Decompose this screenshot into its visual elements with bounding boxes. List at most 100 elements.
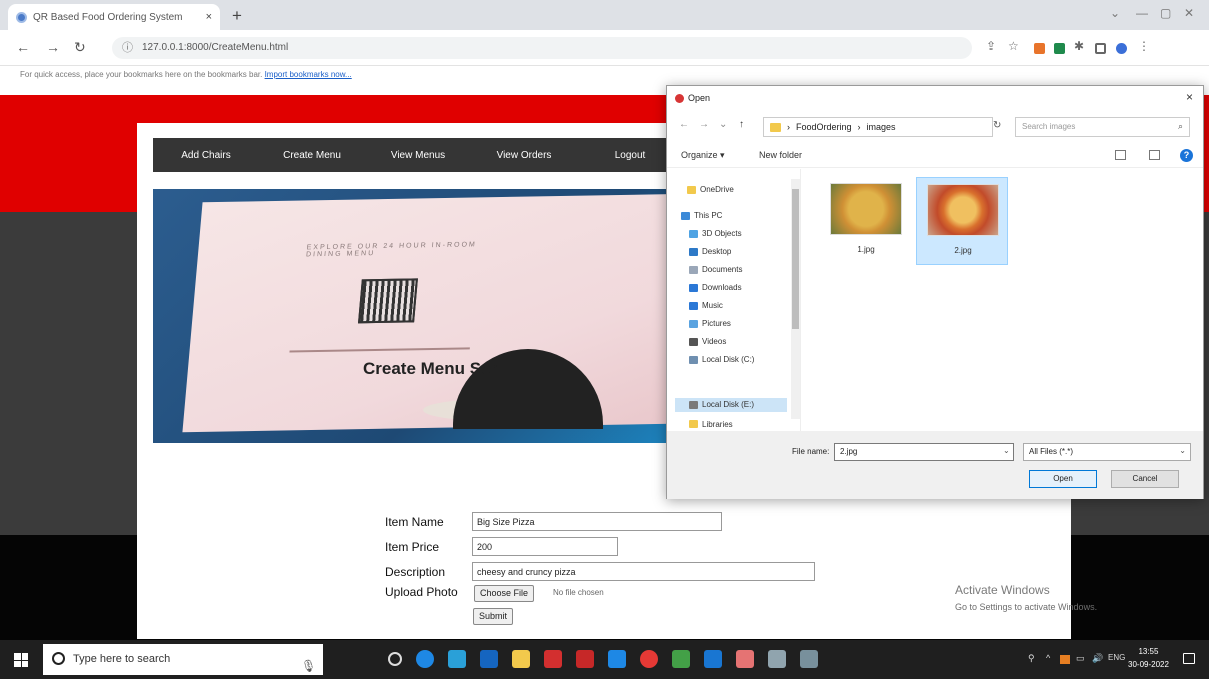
dialog-up-icon[interactable]: ↑ bbox=[739, 119, 744, 130]
nav-videos[interactable]: Videos bbox=[689, 337, 726, 346]
dialog-search-input[interactable]: Search images ⌕ bbox=[1015, 117, 1190, 137]
path-segment[interactable]: FoodOrdering bbox=[796, 122, 852, 132]
nav-onedrive[interactable]: OneDrive bbox=[687, 185, 734, 194]
app-icon[interactable] bbox=[672, 650, 690, 668]
side-panel-icon[interactable] bbox=[1095, 43, 1106, 54]
show-hidden-icons[interactable]: ^ bbox=[1046, 653, 1050, 663]
dialog-address-bar[interactable]: › FoodOrdering › images bbox=[763, 117, 993, 137]
taskbar-search-input[interactable]: Type here to search 🎙 bbox=[43, 644, 323, 675]
nav-this-pc[interactable]: This PC bbox=[681, 211, 722, 220]
file-name: 1.jpg bbox=[857, 245, 875, 254]
app-icon[interactable] bbox=[736, 650, 754, 668]
language-indicator[interactable]: ENG bbox=[1108, 653, 1125, 662]
app-icon[interactable] bbox=[576, 650, 594, 668]
choose-file-button[interactable]: Choose File bbox=[474, 585, 535, 602]
new-tab-button[interactable]: + bbox=[232, 6, 242, 26]
extensions-puzzle-icon[interactable]: ✱ bbox=[1074, 39, 1084, 53]
item-name-input[interactable] bbox=[472, 512, 722, 531]
file-item[interactable]: 1.jpg bbox=[820, 177, 912, 265]
notifications-icon[interactable] bbox=[1183, 653, 1195, 664]
maximize-button[interactable]: ▢ bbox=[1160, 6, 1171, 20]
clock-time: 13:55 bbox=[1138, 647, 1159, 656]
browser-tab[interactable]: QR Based Food Ordering System × bbox=[8, 4, 220, 30]
store-icon[interactable] bbox=[448, 650, 466, 668]
metamask-extension-icon[interactable] bbox=[1034, 43, 1045, 54]
forward-arrow-icon[interactable]: → bbox=[46, 39, 60, 55]
windows-start-icon[interactable] bbox=[14, 653, 28, 667]
chrome-icon[interactable] bbox=[640, 650, 658, 668]
nav-music[interactable]: Music bbox=[689, 301, 723, 310]
file-item-selected[interactable]: 2.jpg bbox=[916, 177, 1008, 265]
edge-icon[interactable] bbox=[416, 650, 434, 668]
new-folder-button[interactable]: New folder bbox=[759, 150, 802, 160]
change-view-icon[interactable] bbox=[1115, 150, 1126, 160]
file-name-input[interactable]: 2.jpg bbox=[834, 443, 1014, 461]
word-icon[interactable] bbox=[704, 650, 722, 668]
organize-button[interactable]: Organize ▾ bbox=[681, 150, 725, 161]
help-icon[interactable]: ? bbox=[1180, 149, 1193, 162]
menu-kebab-icon[interactable]: ⋮ bbox=[1138, 39, 1150, 53]
tab-search-icon[interactable]: ⌄ bbox=[1110, 6, 1120, 20]
form-title: Create Menu Scr bbox=[363, 359, 498, 378]
preview-pane-icon[interactable] bbox=[1149, 150, 1160, 160]
office-icon[interactable] bbox=[544, 650, 562, 668]
tab-close-button[interactable]: × bbox=[206, 11, 212, 23]
system-clock[interactable]: 13:55 30-09-2022 bbox=[1128, 645, 1169, 671]
hero-caption: EXPLORE OUR 24 HOUR IN-ROOM DINING MENU bbox=[305, 241, 478, 259]
open-button[interactable]: Open bbox=[1029, 470, 1097, 488]
address-bar[interactable]: ⓘ 127.0.0.1:8000/CreateMenu.html bbox=[112, 37, 972, 59]
import-bookmarks-link[interactable]: Import bookmarks now... bbox=[265, 70, 352, 79]
tray-app-icon[interactable] bbox=[1060, 655, 1070, 664]
nav-documents[interactable]: Documents bbox=[689, 265, 742, 274]
reload-icon[interactable]: ↻ bbox=[74, 39, 86, 56]
dialog-recent-icon[interactable]: ⌄ bbox=[719, 119, 727, 130]
volume-icon[interactable]: 🔊 bbox=[1092, 653, 1103, 664]
submit-button[interactable]: Submit bbox=[473, 608, 514, 625]
nav-view-orders[interactable]: View Orders bbox=[471, 150, 577, 161]
item-price-input[interactable] bbox=[472, 537, 618, 556]
description-input[interactable] bbox=[472, 562, 815, 581]
hero-divider bbox=[289, 347, 470, 353]
file-name-dropdown-icon[interactable]: ⌄ bbox=[1003, 446, 1010, 455]
dialog-forward-icon[interactable]: → bbox=[699, 119, 709, 130]
back-arrow-icon[interactable]: ← bbox=[16, 39, 30, 55]
nav-pictures[interactable]: Pictures bbox=[689, 319, 731, 328]
cancel-button[interactable]: Cancel bbox=[1111, 470, 1179, 488]
dialog-back-icon[interactable]: ← bbox=[679, 119, 689, 130]
nav-scrollbar-thumb[interactable] bbox=[792, 189, 799, 329]
nav-downloads[interactable]: Downloads bbox=[689, 283, 742, 292]
site-info-icon[interactable]: ⓘ bbox=[122, 37, 133, 59]
profile-avatar-icon[interactable] bbox=[1116, 43, 1127, 54]
file-name-label: File name: bbox=[792, 447, 830, 456]
shield-extension-icon[interactable] bbox=[1054, 43, 1065, 54]
window-close-button[interactable]: ✕ bbox=[1184, 6, 1194, 20]
libraries-icon bbox=[689, 420, 698, 428]
file-explorer-icon[interactable] bbox=[512, 650, 530, 668]
minimize-button[interactable]: — bbox=[1136, 6, 1148, 20]
task-view-icon[interactable] bbox=[388, 652, 402, 666]
app-icon[interactable] bbox=[608, 650, 626, 668]
nav-3d-objects[interactable]: 3D Objects bbox=[689, 229, 742, 238]
bookmark-star-icon[interactable]: ☆ bbox=[1008, 39, 1019, 53]
nav-view-menus[interactable]: View Menus bbox=[365, 150, 471, 161]
nav-local-disk-c[interactable]: Local Disk (C:) bbox=[689, 355, 754, 364]
nav-libraries[interactable]: Libraries bbox=[689, 419, 733, 429]
file-type-select[interactable]: All Files (*.*) ⌄ bbox=[1023, 443, 1191, 461]
path-segment[interactable]: images bbox=[867, 122, 896, 132]
share-icon[interactable]: ⇪ bbox=[986, 39, 996, 53]
nav-add-chairs[interactable]: Add Chairs bbox=[153, 150, 259, 161]
nav-local-disk-e[interactable]: Local Disk (E:) bbox=[689, 400, 754, 409]
documents-icon bbox=[689, 265, 698, 274]
battery-icon[interactable]: ▭ bbox=[1076, 653, 1085, 664]
app-icon[interactable] bbox=[480, 650, 498, 668]
dialog-nav-pane: OneDrive This PC 3D Objects Desktop Docu… bbox=[667, 169, 801, 431]
nav-create-menu[interactable]: Create Menu bbox=[259, 150, 365, 161]
people-icon[interactable]: ⚲ bbox=[1028, 653, 1035, 664]
dialog-close-button[interactable]: × bbox=[1186, 90, 1193, 104]
nav-scrollbar[interactable] bbox=[791, 179, 800, 419]
app-icon[interactable] bbox=[800, 650, 818, 668]
nav-desktop[interactable]: Desktop bbox=[689, 247, 731, 256]
microphone-icon[interactable]: 🎙 bbox=[301, 651, 316, 679]
refresh-icon[interactable]: ↻ bbox=[993, 120, 1001, 131]
app-icon[interactable] bbox=[768, 650, 786, 668]
